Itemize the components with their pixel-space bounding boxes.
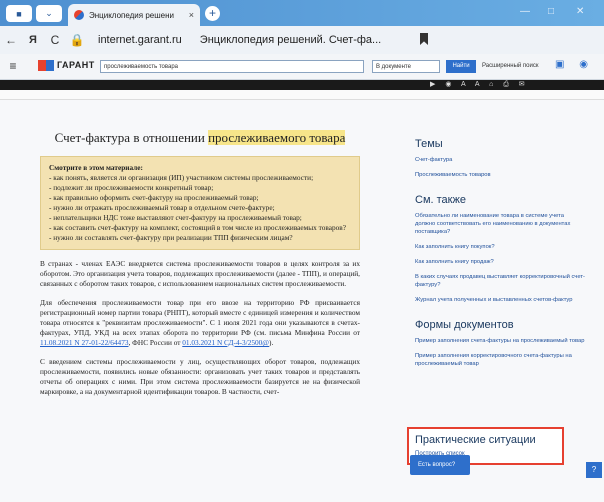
sidebar: Темы Счет-фактура Прослеживаемость товар… (415, 138, 585, 375)
search-scope-select[interactable]: В документе (372, 60, 440, 73)
tab-title: Энциклопедия решени (89, 10, 174, 20)
sidebar-link[interactable]: Пример заполнения счета-фактуры на просл… (415, 337, 585, 345)
see-item: - нужно ли составлять счет-фактуру при р… (49, 233, 293, 242)
sidebar-link[interactable]: Как заполнить книгу продаж? (415, 258, 585, 266)
document-title: Счет-фактура в отношении прослеживаемого… (54, 130, 346, 145)
sidebar-link[interactable]: Обязательно ли наименование товара в сис… (415, 212, 585, 236)
address-bar: ← Я C 🔒 internet.garant.ru Энциклопедия … (0, 26, 604, 54)
situations-heading: Практические ситуации (415, 434, 536, 446)
document-toolbar: ▶ ◉ A A ⌂ ⎙ ✉ (0, 80, 604, 90)
forms-heading: Формы документов (415, 319, 514, 331)
new-tab-button[interactable]: + (205, 6, 220, 21)
hamburger-menu-icon[interactable]: ≡ (2, 59, 24, 73)
reload-icon[interactable]: C (44, 33, 66, 47)
garant-logo[interactable]: ГАРАНТ (38, 60, 95, 72)
see-item: - подлежит ли прослеживаемости конкретны… (49, 183, 214, 192)
see-also-heading: См. также (415, 194, 466, 206)
sidebar-link[interactable]: Журнал учета полученных и выставленных с… (415, 296, 585, 304)
minimize-icon[interactable]: — (520, 6, 530, 17)
help-button[interactable]: ? (586, 462, 602, 478)
document-tools-icons[interactable]: ▶ ◉ A A ⌂ ⎙ ✉ (430, 80, 529, 89)
breadcrumb (0, 90, 604, 100)
sidebar-link[interactable]: Пример заполнения корректировочного счет… (415, 352, 585, 368)
sidebar-link[interactable]: Как заполнить книгу покупок? (415, 243, 585, 251)
back-arrow-icon[interactable]: ← (0, 33, 22, 47)
extended-search-link[interactable]: Расширенный поиск (482, 60, 539, 73)
browser-menu-button[interactable]: ■ (6, 5, 32, 22)
see-item: - неплательщики НДС тоже выставляют счет… (49, 213, 302, 222)
see-box-title: Смотрите в этом материале: (49, 163, 143, 172)
sidebar-link[interactable]: Прослеживаемость товаров (415, 171, 585, 179)
see-item: - как правильно оформить счет-фактуру на… (49, 193, 259, 202)
maximize-icon[interactable]: □ (548, 6, 554, 17)
garant-favicon-icon (74, 10, 84, 20)
document-body: Счет-фактура в отношении прослеживаемого… (40, 130, 360, 397)
url-field[interactable]: internet.garant.ru (98, 34, 182, 46)
find-button[interactable]: Найти (446, 60, 476, 73)
see-in-material-box: Смотрите в этом материале: - как понять,… (40, 156, 360, 250)
window-close-icon[interactable]: ✕ (576, 6, 584, 17)
app-icon: ■ (16, 8, 22, 19)
page-title: Энциклопедия решений. Счет-фа... (199, 34, 382, 46)
letter-link[interactable]: 01.03.2021 N СД-4-3/2500@ (182, 338, 269, 347)
paragraph: В странах - членах ЕАЭС внедряется систе… (40, 259, 360, 288)
chat-button[interactable]: Есть вопрос? (410, 455, 470, 475)
letter-link[interactable]: 11.08.2021 N 27-01-22/64473 (40, 338, 129, 347)
sidebar-link[interactable]: В каких случаях продавец выставляет корр… (415, 273, 585, 289)
bookmark-icon[interactable] (420, 33, 428, 45)
see-item: - как понять, является ли организация (И… (49, 173, 314, 182)
main-content: Счет-фактура в отношении прослеживаемого… (0, 100, 604, 502)
garant-toolbar: ≡ ГАРАНТ прослеживаемость товара В докум… (0, 54, 604, 80)
tab-encyclopedia[interactable]: Энциклопедия решени × (68, 4, 200, 26)
yandex-logo-icon[interactable]: Я (22, 34, 44, 46)
garant-logo-icon (38, 60, 54, 72)
lock-icon: 🔒 (69, 33, 85, 47)
paragraph: Для обеспечения прослеживаемости товар п… (40, 298, 360, 347)
close-icon[interactable]: × (189, 10, 194, 20)
toolbar-icons[interactable]: ▣ ◉ (555, 59, 594, 70)
chevron-down-icon: ⌄ (45, 8, 53, 18)
garant-search-input[interactable]: прослеживаемость товара (100, 60, 364, 73)
sidebar-link[interactable]: Счет-фактура (415, 156, 585, 164)
see-item: - как составить счет-фактуру на комплект… (49, 223, 346, 232)
see-item: - нужно ли отражать прослеживаемый товар… (49, 203, 275, 212)
themes-heading: Темы (415, 138, 443, 150)
paragraph: С введением системы прослеживаемости у л… (40, 357, 360, 396)
browser-tab-bar: ■ ⌄ Энциклопедия решени × + — □ ✕ (0, 0, 604, 26)
tabs-dropdown-button[interactable]: ⌄ (36, 5, 62, 22)
